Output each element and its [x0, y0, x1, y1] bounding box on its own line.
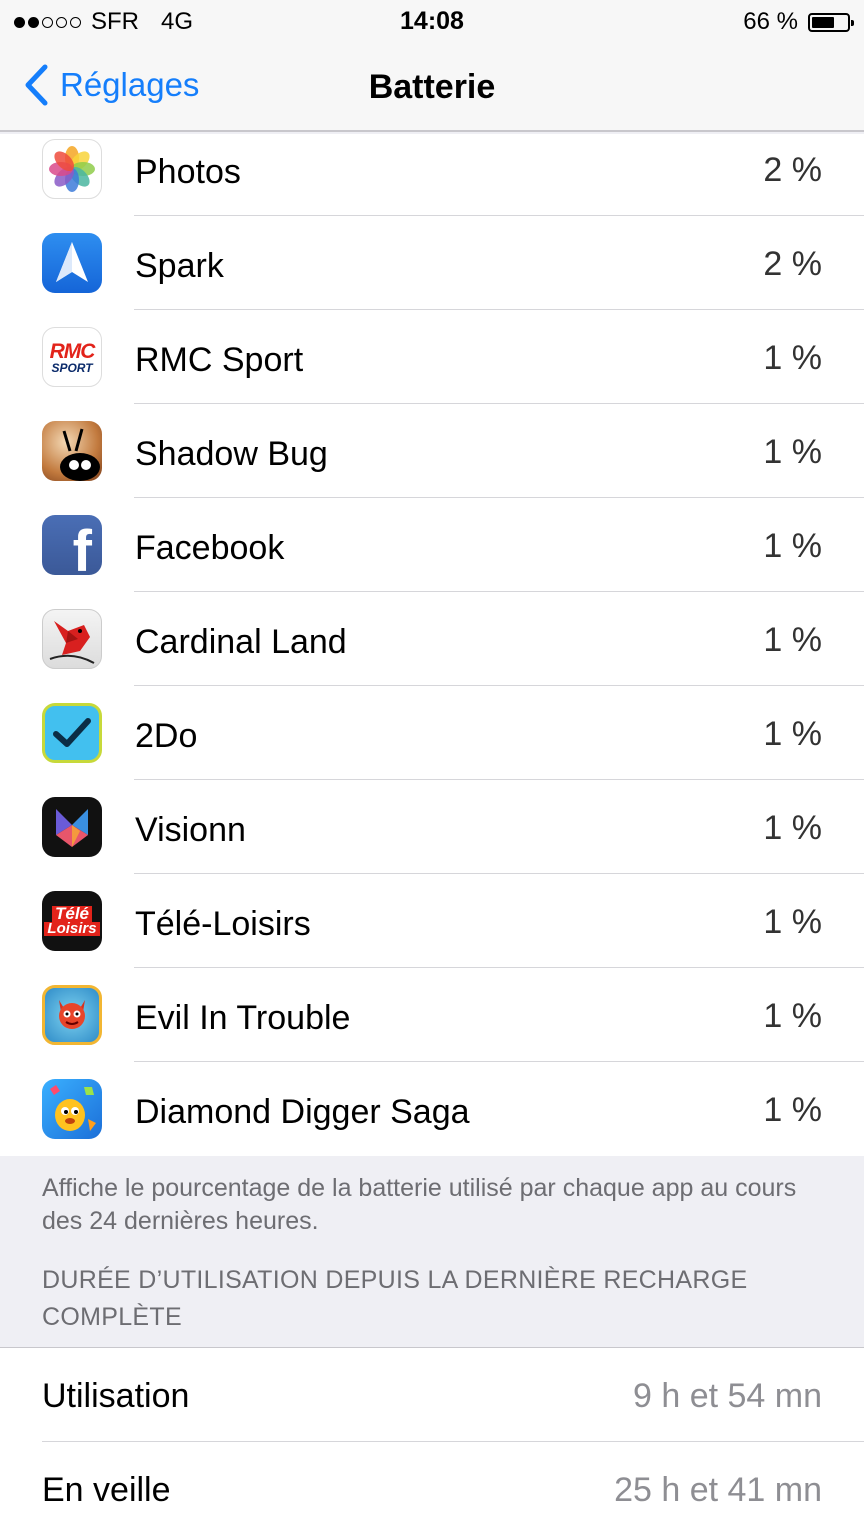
app-row-spark[interactable]: Spark 2 % — [0, 216, 864, 310]
app-name: Evil In Trouble — [135, 999, 351, 1037]
app-row-tele-loisirs[interactable]: Télé Loisirs Télé-Loisirs 1 % — [0, 874, 864, 968]
app-name: Télé-Loisirs — [135, 905, 311, 943]
app-name: Spark — [135, 247, 224, 285]
tele-loisirs-icon: Télé Loisirs — [42, 891, 102, 951]
app-name: Shadow Bug — [135, 435, 328, 473]
app-battery-percent: 1 % — [763, 339, 822, 377]
app-row-2do[interactable]: 2Do 1 % — [0, 686, 864, 780]
usage-section-header: DURÉE D’UTILISATION DEPUIS LA DERNIÈRE R… — [42, 1266, 748, 1331]
app-name: Facebook — [135, 529, 285, 567]
app-battery-percent: 1 % — [763, 1091, 822, 1129]
status-bar-right: 66 % — [743, 8, 854, 36]
usage-value: 25 h et 41 mn — [614, 1471, 822, 1509]
usage-label: Utilisation — [42, 1377, 190, 1415]
app-usage-list: Photos 2 % Spark 2 % RMC SPORT RMC Sport… — [0, 134, 864, 1156]
shadow-bug-icon — [42, 421, 102, 481]
app-row-facebook[interactable]: f Facebook 1 % — [0, 498, 864, 592]
app-row-evil-in-trouble[interactable]: Evil In Trouble 1 % — [0, 968, 864, 1062]
app-battery-percent: 2 % — [763, 151, 822, 189]
facebook-icon: f — [42, 515, 102, 575]
rmc-sport-icon-text-top: RMC — [49, 339, 96, 363]
app-battery-percent: 1 % — [763, 527, 822, 565]
app-row-photos[interactable]: Photos 2 % — [0, 134, 864, 216]
app-battery-percent: 1 % — [763, 715, 822, 753]
app-name: Photos — [135, 153, 241, 191]
visionn-icon — [42, 797, 102, 857]
usage-value: 9 h et 54 mn — [632, 1377, 822, 1415]
rmc-sport-icon-text-bottom: SPORT — [51, 360, 93, 375]
app-row-visionn[interactable]: Visionn 1 % — [0, 780, 864, 874]
app-battery-percent: 2 % — [763, 245, 822, 283]
facebook-icon-glyph: f — [72, 519, 92, 576]
battery-usage-footer-note: Affiche le pourcentage de la batterie ut… — [42, 1174, 797, 1235]
app-battery-percent: 1 % — [763, 621, 822, 659]
app-name: Cardinal Land — [135, 623, 347, 661]
spark-icon — [42, 233, 102, 293]
rmc-sport-icon: RMC SPORT — [42, 327, 102, 387]
page-title: Batterie — [368, 68, 496, 106]
app-battery-percent: 1 % — [763, 809, 822, 847]
app-name: Diamond Digger Saga — [135, 1093, 470, 1131]
app-name: Visionn — [135, 811, 246, 849]
navigation-bar: Réglages Batterie — [0, 44, 864, 132]
tele-loisirs-icon-text-bottom: Loisirs — [44, 921, 100, 937]
battery-icon — [808, 12, 854, 32]
usage-row-en-veille: En veille 25 h et 41 mn — [0, 1442, 864, 1536]
app-battery-percent: 1 % — [763, 903, 822, 941]
battery-percentage: 66 % — [743, 8, 798, 35]
app-name: 2Do — [135, 717, 198, 755]
cardinal-land-icon — [42, 609, 102, 669]
usage-row-utilisation: Utilisation 9 h et 54 mn — [0, 1348, 864, 1442]
app-row-cardinal-land[interactable]: Cardinal Land 1 % — [0, 592, 864, 686]
app-battery-percent: 1 % — [763, 997, 822, 1035]
status-bar-time: 14:08 — [400, 7, 464, 35]
app-row-shadow-bug[interactable]: Shadow Bug 1 % — [0, 404, 864, 498]
app-name: RMC Sport — [135, 341, 304, 379]
evil-in-trouble-icon — [42, 985, 102, 1045]
status-bar: SFR 4G 14:08 66 % — [0, 0, 864, 44]
usage-label: En veille — [42, 1471, 171, 1509]
app-row-diamond-digger-saga[interactable]: Diamond Digger Saga 1 % — [0, 1062, 864, 1156]
diamond-digger-saga-icon — [42, 1079, 102, 1139]
app-row-rmc-sport[interactable]: RMC SPORT RMC Sport 1 % — [0, 310, 864, 404]
app-battery-percent: 1 % — [763, 433, 822, 471]
2do-icon — [42, 703, 102, 763]
photos-icon — [42, 139, 102, 199]
usage-time-group: Utilisation 9 h et 54 mn En veille 25 h … — [0, 1347, 864, 1536]
